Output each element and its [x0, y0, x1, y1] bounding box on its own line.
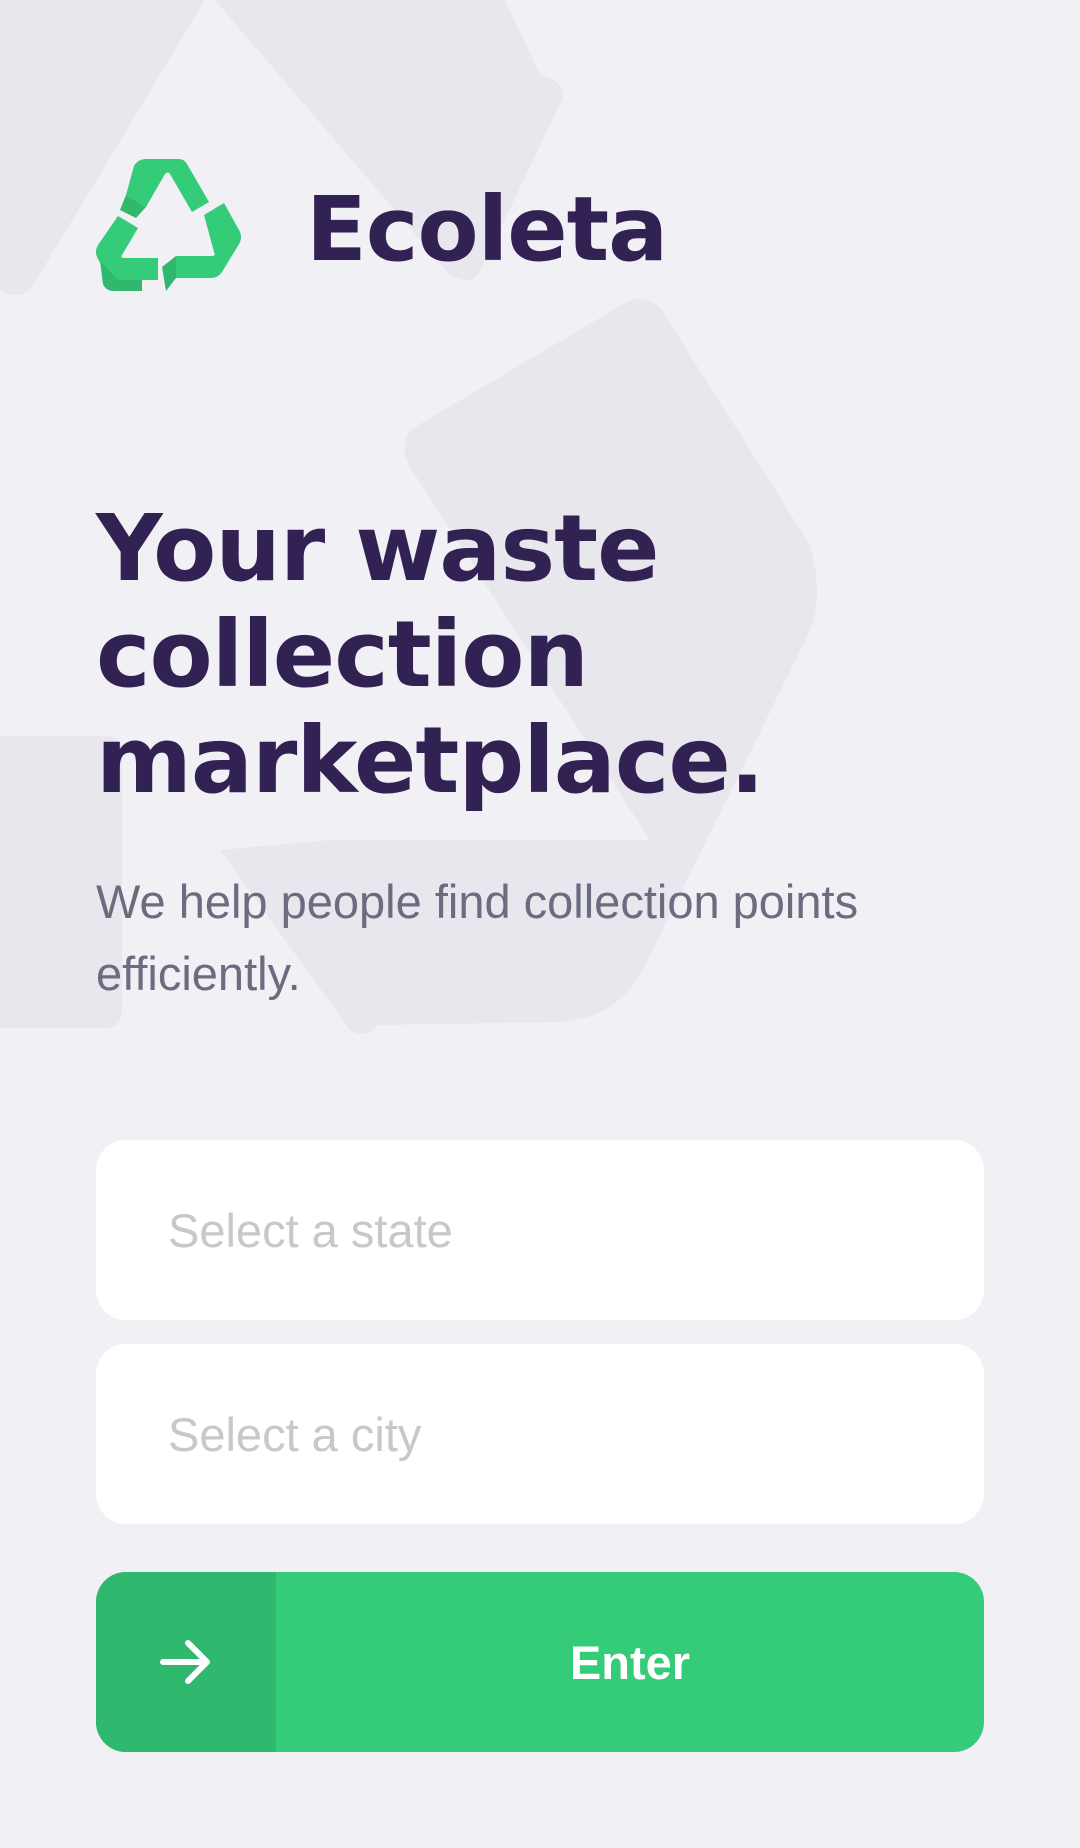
city-select[interactable]: Select a city	[96, 1344, 984, 1524]
hero-subtitle: We help people find collection points ef…	[96, 875, 859, 1000]
arrow-right-icon	[160, 1640, 210, 1684]
enter-icon-box	[96, 1572, 276, 1752]
state-select[interactable]: Select a state	[96, 1140, 984, 1320]
state-select-placeholder: Select a state	[168, 1203, 453, 1257]
city-select-placeholder: Select a city	[168, 1407, 422, 1461]
enter-button-label: Enter	[569, 1635, 691, 1689]
enter-button[interactable]: Enter	[96, 1572, 984, 1752]
hero-title: Your waste collection marketplace.	[96, 495, 765, 814]
recycle-icon	[96, 159, 241, 291]
app-logo: Ecoleta	[96, 158, 668, 292]
app-name: Ecoleta	[306, 176, 668, 281]
